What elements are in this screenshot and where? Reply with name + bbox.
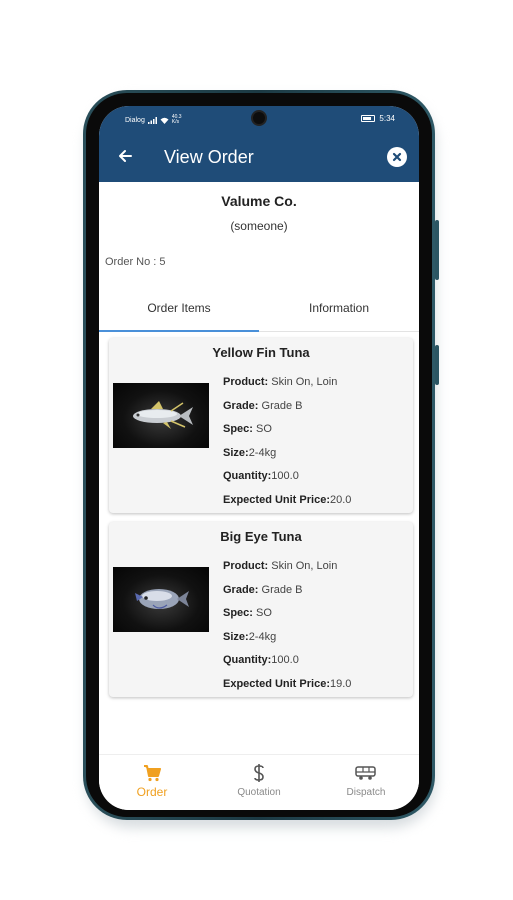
nav-icon-wrap — [313, 763, 419, 783]
order-item-card[interactable]: Yellow Fin Tuna Product: Skin On, Loin G… — [109, 338, 413, 513]
grade-value: Grade B — [258, 583, 303, 596]
product-label: Product: — [223, 376, 269, 388]
spec-label: Spec: — [223, 423, 253, 435]
item-image — [113, 567, 209, 632]
dollar-icon — [254, 764, 264, 782]
tab-label: Information — [308, 301, 370, 315]
fish-image-icon — [135, 589, 189, 609]
signal-icon — [147, 116, 157, 124]
contact-name: (someone) — [230, 219, 288, 233]
price-label: Expected Unit Price: — [223, 493, 330, 506]
order-item-card[interactable]: Big Eye Tuna Product: Skin On, Loin Grad… — [109, 522, 413, 697]
item-fields: Product: Skin On, Loin Grade: Grade B Sp… — [223, 376, 351, 517]
product-value: Skin On, Loin — [268, 560, 338, 572]
phone-bezel: Dialog 40.3 K/s 5:34 View Order Valume C… — [86, 93, 432, 817]
app-screen: Dialog 40.3 K/s 5:34 View Order Valume C… — [99, 106, 419, 810]
truck-icon — [355, 766, 376, 780]
power-button — [435, 345, 439, 385]
quantity-row: Quantity:100.0 — [223, 654, 351, 678]
camera-notch — [251, 110, 267, 126]
stage: Dialog 40.3 K/s 5:34 View Order Valume C… — [0, 0, 513, 900]
product-label: Product: — [223, 560, 269, 572]
grade-row: Grade: Grade B — [223, 400, 351, 424]
nav-label: Quotation — [237, 787, 281, 798]
tab-order-items[interactable]: Order Items — [99, 296, 259, 332]
tab-label: Order Items — [147, 301, 211, 315]
quantity-row: Quantity:100.0 — [223, 470, 351, 494]
price-row: Expected Unit Price:19.0 — [223, 678, 351, 702]
tab-bar: Order Items Information — [99, 296, 419, 332]
quantity-value: 100.0 — [271, 654, 299, 666]
product-row: Product: Skin On, Loin — [223, 376, 351, 400]
nav-dispatch[interactable]: Dispatch — [313, 755, 419, 810]
grade-label: Grade: — [223, 399, 259, 412]
volume-button — [435, 220, 439, 280]
size-label: Size: — [223, 630, 249, 643]
size-label: Size: — [223, 446, 249, 459]
back-button[interactable] — [113, 144, 137, 168]
size-value: 2-4kg — [248, 630, 277, 643]
arrow-back-icon — [119, 150, 132, 162]
price-row: Expected Unit Price:20.0 — [223, 494, 351, 518]
size-value: 2-4kg — [248, 446, 277, 459]
tab-indicator — [99, 330, 259, 332]
price-value: 20.0 — [329, 493, 352, 506]
size-row: Size:2-4kg — [223, 631, 351, 655]
product-row: Product: Skin On, Loin — [223, 560, 351, 584]
spec-value: SO — [252, 607, 272, 619]
nav-icon-wrap — [99, 763, 205, 783]
quantity-value: 100.0 — [271, 470, 299, 482]
grade-row: Grade: Grade B — [223, 584, 351, 608]
wifi-icon — [160, 117, 169, 124]
cart-icon — [144, 765, 161, 782]
nav-label: Order — [136, 785, 168, 799]
carrier-label: Dialog — [125, 116, 145, 124]
status-left: Dialog 40.3 K/s — [125, 115, 188, 125]
battery-icon — [361, 115, 376, 122]
bottom-nav: Order Quotation Dispatch — [99, 754, 419, 810]
close-circle-icon — [392, 152, 402, 162]
status-right: 5:34 — [361, 114, 395, 123]
grade-label: Grade: — [223, 583, 259, 596]
page-title: View Order — [164, 147, 254, 167]
net-speed-label: 40.3 K/s — [171, 114, 182, 125]
nav-quotation[interactable]: Quotation — [206, 755, 312, 810]
nav-icon-wrap — [206, 763, 312, 783]
clock-label: 5:34 — [379, 114, 395, 123]
spec-row: Spec: SO — [223, 607, 351, 631]
product-value: Skin On, Loin — [268, 376, 338, 388]
size-row: Size:2-4kg — [223, 447, 351, 471]
spec-label: Spec: — [223, 607, 253, 619]
spec-value: SO — [252, 423, 272, 435]
company-name: Valume Co. — [221, 193, 297, 209]
fish-image-icon — [133, 401, 193, 429]
nav-label: Dispatch — [346, 787, 386, 798]
grade-value: Grade B — [258, 399, 303, 412]
item-image — [113, 383, 209, 448]
quantity-label: Quantity: — [223, 470, 272, 482]
spec-row: Spec: SO — [223, 423, 351, 447]
order-number: Order No : 5 — [105, 256, 166, 268]
price-label: Expected Unit Price: — [223, 677, 330, 690]
item-title: Big Eye Tuna — [220, 529, 302, 544]
nav-order[interactable]: Order — [99, 755, 205, 810]
quantity-label: Quantity: — [223, 654, 272, 666]
item-title: Yellow Fin Tuna — [212, 345, 310, 360]
app-bar: View Order — [99, 132, 419, 182]
price-value: 19.0 — [329, 677, 352, 690]
tab-information[interactable]: Information — [259, 296, 419, 332]
status-bar: Dialog 40.3 K/s 5:34 — [99, 106, 419, 132]
close-button[interactable] — [387, 147, 407, 167]
phone-frame: Dialog 40.3 K/s 5:34 View Order Valume C… — [83, 90, 439, 820]
item-fields: Product: Skin On, Loin Grade: Grade B Sp… — [223, 560, 351, 701]
